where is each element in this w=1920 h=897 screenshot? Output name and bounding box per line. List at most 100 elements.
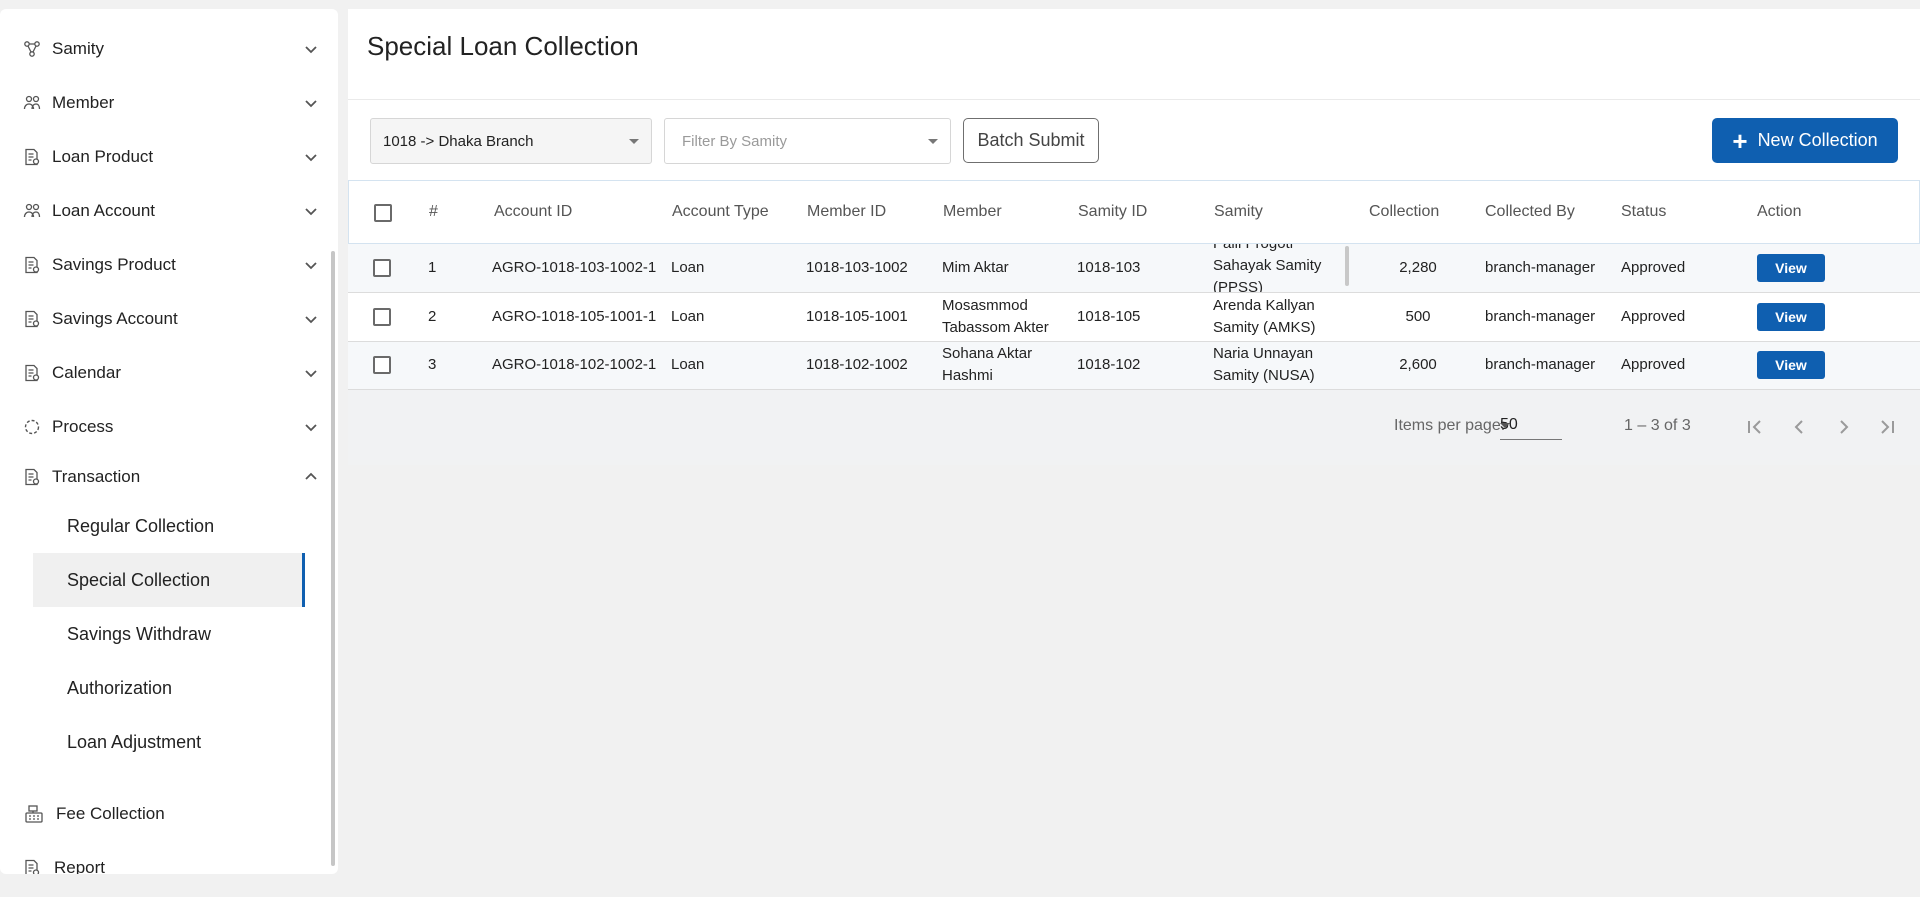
samity-filter-placeholder: Filter By Samity xyxy=(682,132,788,150)
select-all-checkbox[interactable] xyxy=(374,204,392,222)
samity-filter-select[interactable]: Filter By Samity xyxy=(664,118,951,164)
table-header: # Account ID Account Type Member ID Memb… xyxy=(348,180,1920,244)
cell-collected-by: branch-manager xyxy=(1485,259,1596,276)
cell-number: 1 xyxy=(428,259,437,276)
cell-samity: Palli Progoti Sahayak Samity (PPSS) xyxy=(1213,244,1322,293)
sidebar-item-process[interactable]: Process xyxy=(0,400,330,454)
cell-account-type: Loan xyxy=(671,356,705,373)
chevron-down-icon xyxy=(305,100,317,108)
items-per-page-select[interactable]: 50 xyxy=(1500,414,1562,440)
sidebar-item-savings-product[interactable]: Savings Product xyxy=(0,238,330,292)
view-button[interactable]: View xyxy=(1757,303,1825,331)
sidebar: Samity Member Loan Product Loan Account … xyxy=(0,9,338,874)
caret-down-icon xyxy=(629,139,639,144)
page-title: Special Loan Collection xyxy=(367,31,639,61)
sidebar-item-report[interactable]: Report xyxy=(0,841,330,874)
sidebar-subitem-regular-collection[interactable]: Regular Collection xyxy=(33,499,305,553)
sidebar-item-loan-account[interactable]: Loan Account xyxy=(0,184,330,238)
cell-collection: 2,280 xyxy=(1399,259,1437,276)
cell-status: Approved xyxy=(1621,356,1686,373)
sidebar-item-member[interactable]: Member xyxy=(0,76,330,130)
document-icon xyxy=(22,363,42,383)
sidebar-subitem-savings-withdraw[interactable]: Savings Withdraw xyxy=(33,607,305,661)
cell-member-id: 1018-105-1001 xyxy=(806,308,908,325)
chevron-down-icon xyxy=(305,262,317,270)
last-page-icon[interactable] xyxy=(1874,413,1902,441)
network-icon xyxy=(22,39,42,59)
cell-account-type: Loan xyxy=(671,308,705,325)
column-header-samity: Samity xyxy=(1214,203,1263,220)
previous-page-icon[interactable] xyxy=(1785,413,1813,441)
cell-collected-by: branch-manager xyxy=(1485,356,1596,373)
cell-account-id: AGRO-1018-103-1002-1 xyxy=(492,259,657,276)
spinner-icon xyxy=(22,417,42,437)
view-button[interactable]: View xyxy=(1757,351,1825,379)
chevron-up-icon xyxy=(305,472,317,480)
sidebar-item-label: Savings Account xyxy=(52,309,178,328)
sidebar-subitem-special-collection[interactable]: Special Collection xyxy=(33,553,305,607)
chevron-down-icon xyxy=(305,316,317,324)
sidebar-subitem-loan-adjustment[interactable]: Loan Adjustment xyxy=(33,715,305,769)
column-header-collection: Collection xyxy=(1369,203,1440,220)
row-checkbox[interactable] xyxy=(373,259,391,277)
cell-samity-id: 1018-103 xyxy=(1077,259,1141,276)
sidebar-item-label: Samity xyxy=(52,39,104,58)
sidebar-item-label: Loan Account xyxy=(52,201,156,220)
cell-account-type: Loan xyxy=(671,259,705,276)
users-icon xyxy=(22,93,42,113)
column-header-number: # xyxy=(429,203,438,220)
cell-status: Approved xyxy=(1621,259,1686,276)
first-page-icon[interactable] xyxy=(1740,413,1768,441)
chevron-down-icon xyxy=(305,370,317,378)
sidebar-scrollbar[interactable] xyxy=(331,251,335,866)
users-icon xyxy=(22,201,42,221)
document-icon xyxy=(22,147,42,167)
cash-register-icon xyxy=(24,804,44,824)
divider xyxy=(348,99,1920,100)
cell-collected-by: branch-manager xyxy=(1485,308,1596,325)
cell-member: Sohana Aktar Hashmi xyxy=(942,345,1033,384)
column-header-collected-by: Collected By xyxy=(1485,203,1575,220)
column-header-action: Action xyxy=(1757,203,1802,220)
cell-member: Mosasmmod Tabassom Akter xyxy=(942,297,1049,336)
sidebar-item-label: Transaction xyxy=(52,467,141,486)
cell-samity-id: 1018-105 xyxy=(1077,308,1141,325)
column-header-account-id: Account ID xyxy=(494,203,573,220)
column-header-member: Member xyxy=(943,203,1002,220)
sidebar-item-fee-collection[interactable]: Fee Collection xyxy=(0,787,330,841)
chevron-down-icon xyxy=(305,46,317,54)
sidebar-item-transaction[interactable]: Transaction xyxy=(0,450,330,504)
sidebar-item-loan-product[interactable]: Loan Product xyxy=(0,130,330,184)
cell-member-id: 1018-102-1002 xyxy=(806,356,908,373)
batch-submit-button[interactable]: Batch Submit xyxy=(963,118,1099,163)
cell-number: 3 xyxy=(428,356,437,373)
caret-down-icon xyxy=(1500,423,1510,428)
column-header-status: Status xyxy=(1621,203,1667,220)
paginator: Items per page: 50 1 – 3 of 3 xyxy=(348,390,1920,465)
main-panel: Special Loan Collection 1018 -> Dhaka Br… xyxy=(348,9,1920,465)
row-checkbox[interactable] xyxy=(373,308,391,326)
new-collection-button[interactable]: + New Collection xyxy=(1712,118,1898,163)
sidebar-item-samity[interactable]: Samity xyxy=(0,22,330,76)
plus-icon: + xyxy=(1732,125,1748,156)
row-checkbox[interactable] xyxy=(373,356,391,374)
sidebar-item-savings-account[interactable]: Savings Account xyxy=(0,292,330,346)
branch-select-value: 1018 -> Dhaka Branch xyxy=(383,132,534,150)
table-row: 3 AGRO-1018-102-1002-1 Loan 1018-102-100… xyxy=(348,342,1920,390)
branch-select[interactable]: 1018 -> Dhaka Branch xyxy=(370,118,652,164)
cell-scrollbar[interactable] xyxy=(1345,246,1349,286)
sidebar-subitem-authorization[interactable]: Authorization xyxy=(33,661,305,715)
document-icon xyxy=(22,255,42,275)
cell-status: Approved xyxy=(1621,308,1686,325)
cell-collection: 2,600 xyxy=(1399,356,1437,373)
sidebar-item-label: Member xyxy=(52,93,115,112)
sidebar-item-calendar[interactable]: Calendar xyxy=(0,346,330,400)
table-row: 2 AGRO-1018-105-1001-1 Loan 1018-105-100… xyxy=(348,293,1920,342)
next-page-icon[interactable] xyxy=(1830,413,1858,441)
column-header-member-id: Member ID xyxy=(807,203,887,220)
view-button[interactable]: View xyxy=(1757,254,1825,282)
cell-samity: Naria Unnayan Samity (NUSA) xyxy=(1213,345,1315,384)
sidebar-item-label: Loan Product xyxy=(52,147,154,166)
sidebar-item-label: Savings Product xyxy=(52,255,176,274)
cell-collection: 500 xyxy=(1405,308,1431,325)
